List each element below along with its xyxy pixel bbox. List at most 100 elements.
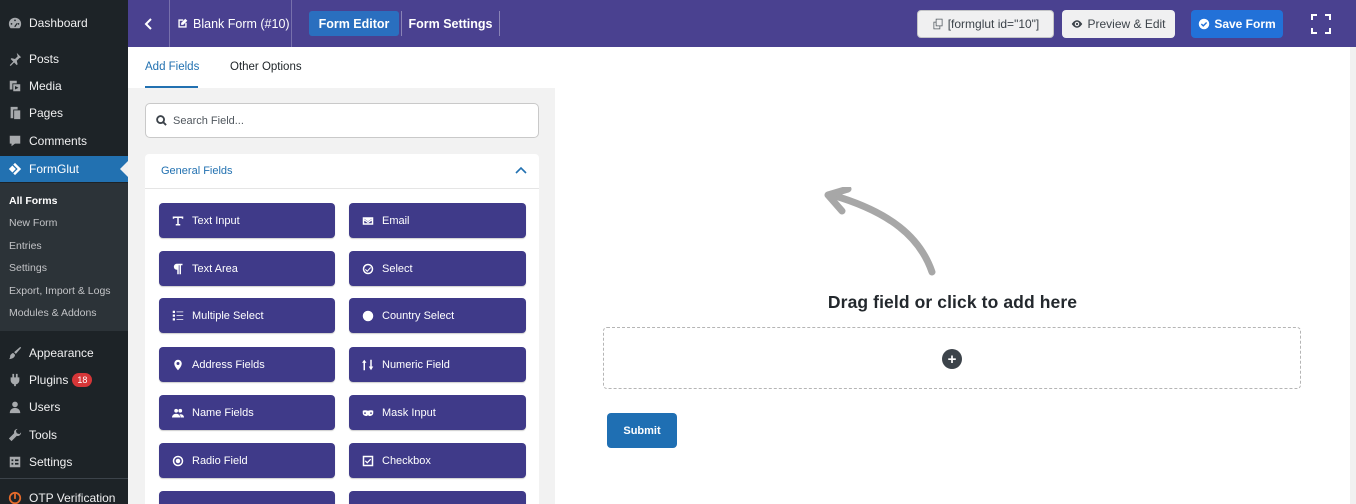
menu-item-dashboard[interactable]: Dashboard: [0, 10, 128, 36]
menu-label: Users: [29, 400, 61, 414]
field-label: Name Fields: [192, 406, 254, 419]
menu-item-otp-verification[interactable]: OTP Verification: [0, 485, 128, 504]
map-pin-icon: [171, 358, 184, 371]
field-text-area[interactable]: Text Area: [159, 251, 335, 286]
menu-item-comments[interactable]: Comments: [0, 128, 128, 154]
brush-icon: [8, 346, 22, 360]
fields-panel: Add Fields Other Options General Fields …: [128, 47, 555, 504]
menu-label: Media: [29, 79, 62, 93]
fullscreen-icon[interactable]: [1311, 14, 1331, 34]
field-dropzone[interactable]: +: [603, 327, 1301, 389]
save-label: Save Form: [1214, 17, 1276, 31]
menu-divider: [0, 478, 128, 479]
panel-tabs: Add Fields Other Options: [128, 47, 555, 88]
menu-label: Pages: [29, 106, 64, 120]
field-label: Text Area: [192, 262, 238, 275]
search-icon: [156, 115, 167, 126]
user-icon: [8, 400, 22, 414]
menu-item-users[interactable]: Users: [0, 394, 128, 420]
radio-icon: [171, 454, 184, 467]
menu-label: OTP Verification: [29, 491, 116, 504]
dashboard-icon: [8, 16, 22, 30]
menu-label: Plugins: [29, 373, 69, 387]
text-input-icon: [171, 214, 184, 227]
field-partial-row-right[interactable]: [349, 491, 526, 504]
plus-icon[interactable]: +: [942, 349, 962, 369]
field-select[interactable]: Select: [349, 251, 526, 286]
menu-item-media[interactable]: Media: [0, 73, 128, 99]
field-email[interactable]: Email: [349, 203, 526, 238]
field-mask-input[interactable]: Mask Input: [349, 395, 526, 430]
form-title[interactable]: Blank Form (#10): [170, 0, 292, 47]
copy-shortcode-button[interactable]: [formglut id="10"]: [917, 10, 1054, 38]
menu-item-plugins[interactable]: Plugins 18: [0, 367, 128, 393]
submenu-new-form[interactable]: New Form: [9, 217, 57, 229]
sort-numeric-icon: [361, 358, 374, 371]
plugins-update-badge: 18: [72, 373, 93, 387]
tab-add-fields[interactable]: Add Fields: [145, 61, 199, 73]
field-numeric-field[interactable]: Numeric Field: [349, 347, 526, 382]
search-field-box: [145, 103, 539, 138]
submenu-entries[interactable]: Entries: [9, 240, 42, 252]
field-name-fields[interactable]: Name Fields: [159, 395, 335, 430]
formglut-submenu: All Forms New Form Entries Settings Expo…: [0, 183, 128, 331]
preview-label: Preview & Edit: [1087, 17, 1166, 31]
save-form-button[interactable]: Save Form: [1191, 10, 1283, 38]
general-fields-header[interactable]: General Fields: [145, 154, 539, 189]
back-button[interactable]: [128, 0, 170, 47]
envelope-icon: [361, 214, 374, 227]
field-text-input[interactable]: Text Input: [159, 203, 335, 238]
form-title-text: Blank Form (#10): [193, 16, 290, 31]
menu-item-pages[interactable]: Pages: [0, 100, 128, 126]
field-label: Select: [382, 262, 413, 275]
tab-other-options[interactable]: Other Options: [230, 61, 302, 73]
canvas-scrollbar[interactable]: [1350, 47, 1356, 504]
menu-item-formglut[interactable]: FormGlut: [0, 156, 128, 182]
submenu-export-import[interactable]: Export, Import & Logs: [9, 285, 111, 297]
preview-edit-button[interactable]: Preview & Edit: [1062, 10, 1175, 38]
menu-label: FormGlut: [29, 162, 80, 176]
menu-item-tools[interactable]: Tools: [0, 422, 128, 448]
menu-label: Comments: [29, 134, 88, 148]
field-checkbox[interactable]: Checkbox: [349, 443, 526, 478]
submenu-settings[interactable]: Settings: [9, 262, 47, 274]
menu-label: Appearance: [29, 346, 94, 360]
media-icon: [8, 79, 22, 93]
submit-button[interactable]: Submit: [607, 413, 677, 448]
form-canvas: Drag field or click to add here + Submit: [555, 47, 1350, 504]
tab-form-settings[interactable]: Form Settings: [401, 11, 500, 36]
field-radio-field[interactable]: Radio Field: [159, 443, 335, 478]
menu-item-appearance[interactable]: Appearance: [0, 340, 128, 366]
field-address-fields[interactable]: Address Fields: [159, 347, 335, 382]
check-circle-icon: [1199, 18, 1210, 30]
field-label: Mask Input: [382, 406, 436, 419]
field-label: Address Fields: [192, 358, 265, 371]
menu-label: Posts: [29, 52, 60, 66]
wp-admin-sidebar: Dashboard Posts Media Pages Comments For…: [0, 0, 128, 504]
submenu-all-forms[interactable]: All Forms: [9, 195, 57, 207]
menu-item-settings[interactable]: Settings: [0, 449, 128, 475]
globe-icon: [361, 309, 374, 322]
mask-icon: [361, 406, 374, 419]
field-country-select[interactable]: Country Select: [349, 298, 526, 333]
field-multiple-select[interactable]: Multiple Select: [159, 298, 335, 333]
editor-toolbar: Blank Form (#10) Form Editor Form Settin…: [128, 0, 1356, 47]
submenu-modules-addons[interactable]: Modules & Addons: [9, 307, 97, 319]
copy-icon: [933, 18, 943, 30]
field-label: Country Select: [382, 309, 455, 322]
edit-icon: [178, 18, 188, 28]
field-label: Radio Field: [192, 454, 248, 467]
field-partial-row-left[interactable]: [159, 491, 335, 504]
field-label: Numeric Field: [382, 358, 450, 371]
curved-arrow-icon: [824, 187, 936, 276]
checkbox-icon: [361, 454, 374, 467]
tab-form-editor[interactable]: Form Editor: [309, 11, 399, 36]
menu-item-posts[interactable]: Posts: [0, 46, 128, 72]
field-label: Checkbox: [382, 454, 431, 467]
field-label: Multiple Select: [192, 309, 264, 322]
menu-label: Settings: [29, 455, 73, 469]
search-field-input[interactable]: [173, 114, 513, 127]
list-icon: [171, 309, 184, 322]
pages-icon: [8, 106, 22, 120]
formglut-icon: [8, 162, 22, 176]
